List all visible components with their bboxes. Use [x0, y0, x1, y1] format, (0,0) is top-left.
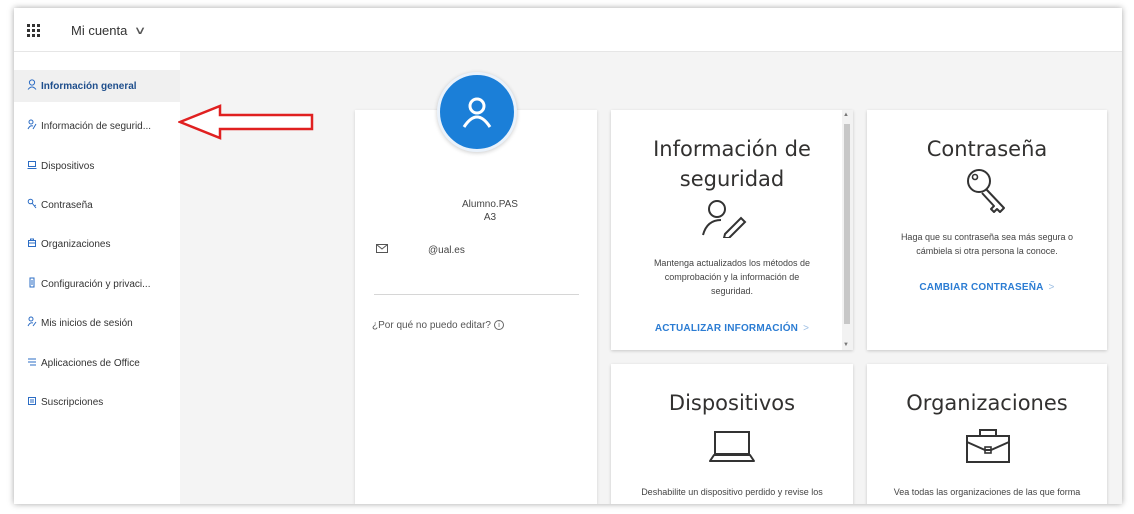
- security-icon: [26, 119, 38, 133]
- scroll-down-icon[interactable]: ▼: [843, 342, 849, 348]
- sidebar-item-label: Configuración y privaci...: [41, 278, 151, 290]
- sidebar-item-label: Dispositivos: [41, 160, 95, 172]
- key-icon: [26, 198, 38, 212]
- password-tile-title: Contraseña: [926, 137, 1048, 161]
- profile-name: Alumno.PAS: [462, 199, 518, 210]
- devices-tile: Dispositivos Deshabilite un dispositivo …: [611, 364, 853, 504]
- sidebar-item-label: Información de segurid...: [41, 120, 152, 132]
- person-icon: [462, 97, 492, 128]
- app-window: Mi cuenta ∨ Información general Informac…: [14, 8, 1122, 504]
- key-icon: [967, 169, 1005, 213]
- laptop-icon: [709, 431, 755, 462]
- password-tile: Contraseña Haga que su contraseña sea má…: [867, 110, 1107, 350]
- password-tile-description: Haga que su contraseña sea más segura o …: [900, 232, 1074, 256]
- update-info-link[interactable]: ACTUALIZAR INFORMACIÓN >: [611, 323, 853, 334]
- office-icon: [26, 357, 38, 370]
- chevron-right-icon: >: [803, 323, 810, 334]
- sidebar-item-label: Mis inicios de sesión: [41, 317, 133, 329]
- email-row: @ual.es: [376, 244, 465, 256]
- change-password-link[interactable]: CAMBIAR CONTRASEÑA >: [867, 282, 1107, 293]
- profile-email: @ual.es: [428, 244, 465, 256]
- sidebar-item-organizations[interactable]: Organizaciones: [14, 228, 180, 260]
- avatar[interactable]: [437, 72, 517, 152]
- organization-icon: [26, 238, 38, 251]
- security-tile-description: Mantenga actualizados los métodos de com…: [653, 258, 811, 296]
- sidebar-item-signins[interactable]: Mis inicios de sesión: [14, 307, 180, 339]
- sidebar-item-devices[interactable]: Dispositivos: [14, 150, 180, 182]
- sidebar: Información general Información de segur…: [14, 52, 180, 504]
- sidebar-item-security[interactable]: Información de segurid...: [14, 110, 180, 142]
- red-arrow-annotation: [178, 104, 314, 140]
- organizations-tile-title: Organizaciones: [906, 391, 1068, 415]
- sidebar-item-label: Suscripciones: [41, 396, 104, 408]
- device-icon: [26, 160, 38, 173]
- chevron-down-icon: ∨: [133, 25, 147, 37]
- why-cant-edit-label: ¿Por qué no puedo editar?: [372, 320, 491, 331]
- subscription-icon: [26, 396, 38, 409]
- security-tile-title: Información de seguridad: [653, 137, 811, 191]
- app-launcher-icon[interactable]: [27, 24, 40, 37]
- sidebar-item-password[interactable]: Contraseña: [14, 189, 180, 221]
- sidebar-item-label: Información general: [41, 80, 137, 92]
- sidebar-item-overview[interactable]: Información general: [14, 70, 180, 102]
- scroll-up-icon[interactable]: ▲: [843, 112, 849, 118]
- profile-name-block: Alumno.PAS A3: [355, 198, 625, 224]
- why-cant-edit-link[interactable]: ¿Por qué no puedo editar? i: [372, 320, 504, 331]
- scrollbar[interactable]: ▲ ▼: [842, 110, 853, 350]
- sidebar-item-label: Aplicaciones de Office: [41, 357, 140, 369]
- account-label: Mi cuenta: [71, 23, 128, 38]
- mail-icon: [376, 244, 388, 256]
- profile-card: [355, 110, 597, 504]
- divider: [374, 294, 579, 295]
- privacy-icon: [26, 277, 38, 291]
- info-icon: i: [493, 320, 504, 330]
- organizations-tile-description: Vea todas las organizaciones de las que …: [893, 487, 1081, 497]
- briefcase-icon: [966, 429, 1010, 463]
- scrollbar-thumb[interactable]: [844, 124, 850, 324]
- profile-subtitle: A3: [483, 212, 497, 223]
- devices-tile-title: Dispositivos: [668, 391, 796, 415]
- account-menu[interactable]: Mi cuenta ∨: [71, 23, 147, 38]
- security-info-tile: Información de seguridad Mantenga actual…: [611, 110, 853, 350]
- signin-icon: [26, 316, 38, 330]
- security-person-icon: [702, 200, 747, 238]
- sidebar-item-privacy[interactable]: Configuración y privaci...: [14, 268, 180, 300]
- sidebar-item-office-apps[interactable]: Aplicaciones de Office: [14, 347, 180, 379]
- top-bar: Mi cuenta ∨: [14, 8, 1122, 52]
- sidebar-item-label: Organizaciones: [41, 238, 111, 250]
- sidebar-item-label: Contraseña: [41, 199, 93, 211]
- chevron-right-icon: >: [1048, 282, 1055, 293]
- organizations-tile: Organizaciones Vea todas las organizacio…: [867, 364, 1107, 504]
- sidebar-item-subscriptions[interactable]: Suscripciones: [14, 386, 180, 418]
- devices-tile-description: Deshabilite un dispositivo perdido y rev…: [641, 487, 823, 497]
- user-icon: [26, 79, 38, 93]
